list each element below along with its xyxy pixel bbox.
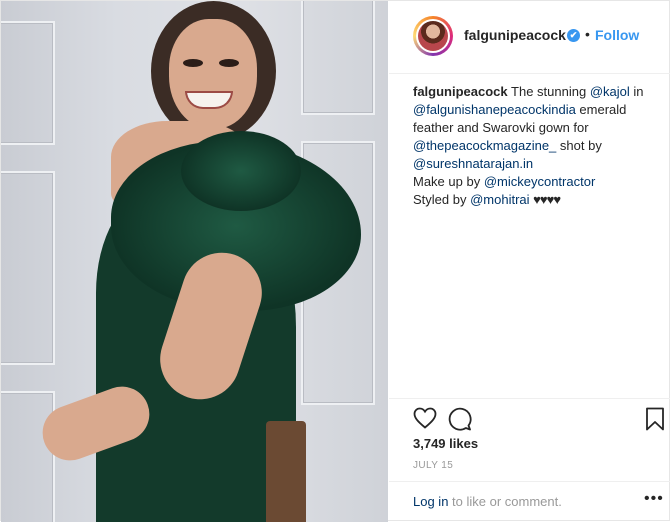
wall-panel <box>1 21 55 145</box>
mention-link[interactable]: @kajol <box>590 84 630 99</box>
post-footer: Log in to like or comment. ••• <box>389 481 670 523</box>
caption-text: Styled by <box>413 192 471 207</box>
caption-text: Make up by <box>413 174 484 189</box>
action-bar <box>389 398 670 439</box>
verified-badge-icon: ✔ <box>567 29 580 42</box>
face <box>169 19 257 129</box>
caption-text: shot by <box>556 138 602 153</box>
likes-count[interactable]: 3,749 likes <box>413 436 478 451</box>
post-date[interactable]: JULY 15 <box>413 460 453 471</box>
eye <box>183 59 203 67</box>
instagram-post: falgunipeacock ✔ • Follow falgunipeacock… <box>0 0 670 522</box>
login-link[interactable]: Log in <box>413 494 448 509</box>
bookmark-icon[interactable] <box>645 407 665 436</box>
wall-panel <box>1 391 55 522</box>
post-header: falgunipeacock ✔ • Follow <box>389 1 670 74</box>
mention-link[interactable]: @mohitrai <box>470 192 529 207</box>
feather-trim <box>181 131 301 211</box>
login-prompt-text: to like or comment. <box>448 494 562 509</box>
avatar[interactable] <box>413 16 453 56</box>
post-caption: falgunipeacock The stunning @kajol in @f… <box>413 83 663 209</box>
avatar-image <box>418 21 448 51</box>
mention-link[interactable]: @sureshnatarajan.in <box>413 156 533 171</box>
hearts-emoji: ♥♥♥♥ <box>533 192 561 207</box>
eye <box>219 59 239 67</box>
avatar-frame <box>416 19 450 53</box>
post-photo[interactable] <box>1 1 388 522</box>
mention-link[interactable]: @mickeycontractor <box>484 174 595 189</box>
separator-dot: • <box>585 26 590 42</box>
mention-link[interactable]: @falgunishanepeacockindia <box>413 102 576 117</box>
more-options-icon[interactable]: ••• <box>644 490 664 508</box>
caption-username[interactable]: falgunipeacock <box>413 84 508 99</box>
login-prompt: Log in to like or comment. <box>413 494 562 509</box>
post-sidebar: falgunipeacock ✔ • Follow falgunipeacock… <box>389 1 670 522</box>
caption-text: The stunning <box>511 84 590 99</box>
comment-icon[interactable] <box>448 407 472 436</box>
username-link[interactable]: falgunipeacock <box>464 27 566 43</box>
follow-button[interactable]: Follow <box>595 27 639 43</box>
chair <box>266 421 306 522</box>
wall-panel <box>301 1 375 115</box>
mention-link[interactable]: @thepeacockmagazine_ <box>413 138 556 153</box>
caption-text: in <box>629 84 644 99</box>
heart-icon[interactable] <box>413 407 437 434</box>
wall-panel <box>1 171 55 365</box>
